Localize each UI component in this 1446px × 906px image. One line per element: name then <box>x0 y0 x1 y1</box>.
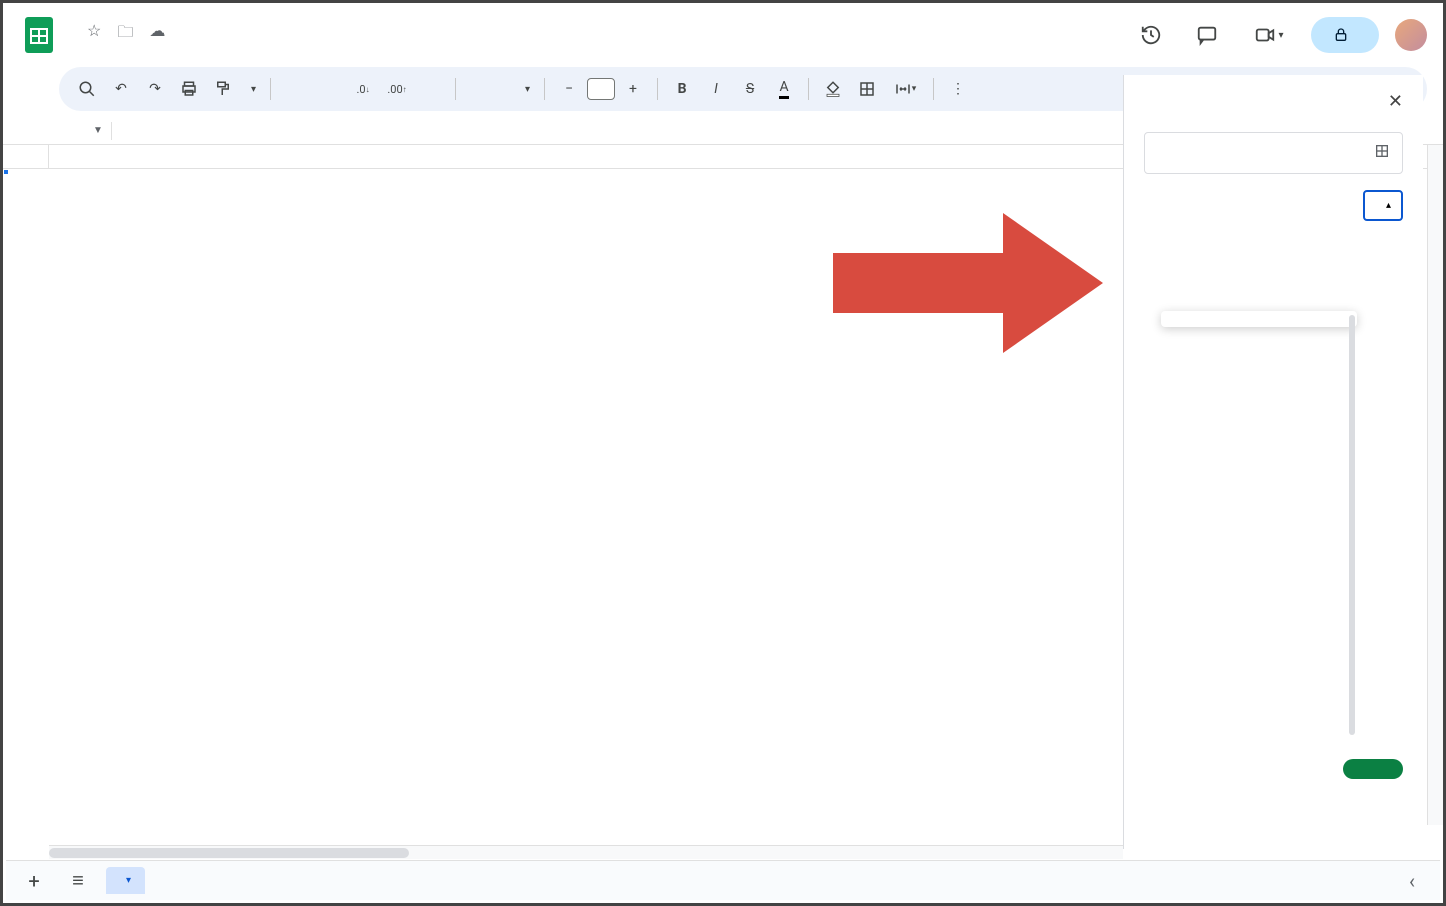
select-all-corner[interactable] <box>3 145 49 168</box>
decrease-decimal-button[interactable]: .0↓ <box>347 73 379 105</box>
search-icon[interactable] <box>71 73 103 105</box>
print-button[interactable] <box>173 73 205 105</box>
more-formats-button[interactable] <box>415 73 447 105</box>
sheet-tab[interactable]: ▾ <box>106 867 145 894</box>
avatar[interactable] <box>1395 19 1427 51</box>
horizontal-scrollbar[interactable] <box>49 845 1123 859</box>
title-area: ☆ 🗀 ☁ <box>67 21 165 50</box>
doc-title[interactable] <box>67 32 79 36</box>
done-button[interactable] <box>1343 759 1403 779</box>
merge-button[interactable]: ▾ <box>885 73 925 105</box>
undo-button[interactable]: ↶ <box>105 73 137 105</box>
grid-select-icon[interactable] <box>1374 143 1390 163</box>
star-icon[interactable]: ☆ <box>87 21 101 48</box>
sheet-tab-menu-icon[interactable]: ▾ <box>126 875 131 886</box>
font-select[interactable]: ▾ <box>464 84 536 95</box>
header: ☆ 🗀 ☁ ▾ <box>3 3 1443 67</box>
criteria-dropdown[interactable]: ▴ <box>1363 190 1403 221</box>
redo-button[interactable]: ↷ <box>139 73 171 105</box>
meet-icon[interactable]: ▾ <box>1243 15 1295 55</box>
cloud-icon[interactable]: ☁ <box>149 21 165 48</box>
increase-decimal-button[interactable]: .00↑ <box>381 73 413 105</box>
menu-scrollbar[interactable] <box>1349 315 1355 735</box>
comment-icon[interactable] <box>1187 15 1227 55</box>
sheets-logo[interactable] <box>19 15 59 55</box>
paint-format-button[interactable] <box>207 73 239 105</box>
share-button[interactable] <box>1311 17 1379 53</box>
close-icon[interactable]: ✕ <box>1388 91 1403 112</box>
italic-button[interactable]: I <box>700 73 732 105</box>
move-icon[interactable]: 🗀 <box>117 21 133 48</box>
name-box-dropdown[interactable]: ▼ <box>85 125 111 136</box>
strike-button[interactable]: S <box>734 73 766 105</box>
more-button[interactable]: ⋮ <box>942 73 974 105</box>
percent-button[interactable] <box>313 73 345 105</box>
history-icon[interactable] <box>1131 15 1171 55</box>
criteria-menu <box>1161 311 1357 327</box>
font-size-decrease[interactable]: − <box>553 73 585 105</box>
annotation-arrow <box>823 193 1113 377</box>
explore-collapse-icon[interactable]: ‹ <box>1396 865 1428 897</box>
text-color-button[interactable]: A <box>768 73 800 105</box>
data-validation-panel: ✕ ▴ <box>1123 75 1423 849</box>
vertical-scrollbar[interactable] <box>1427 145 1443 825</box>
zoom-select[interactable]: ▾ <box>241 84 262 95</box>
font-size-increase[interactable]: + <box>617 73 649 105</box>
name-box[interactable] <box>11 129 85 133</box>
sheet-tabs-bar: + ≡ ▾ ‹ <box>6 860 1440 900</box>
borders-button[interactable] <box>851 73 883 105</box>
bold-button[interactable]: B <box>666 73 698 105</box>
all-sheets-button[interactable]: ≡ <box>62 865 94 897</box>
font-size-input[interactable] <box>587 78 615 100</box>
add-sheet-button[interactable]: + <box>18 865 50 897</box>
fill-color-button[interactable] <box>817 73 849 105</box>
currency-button[interactable] <box>279 73 311 105</box>
range-input[interactable] <box>1144 132 1403 174</box>
